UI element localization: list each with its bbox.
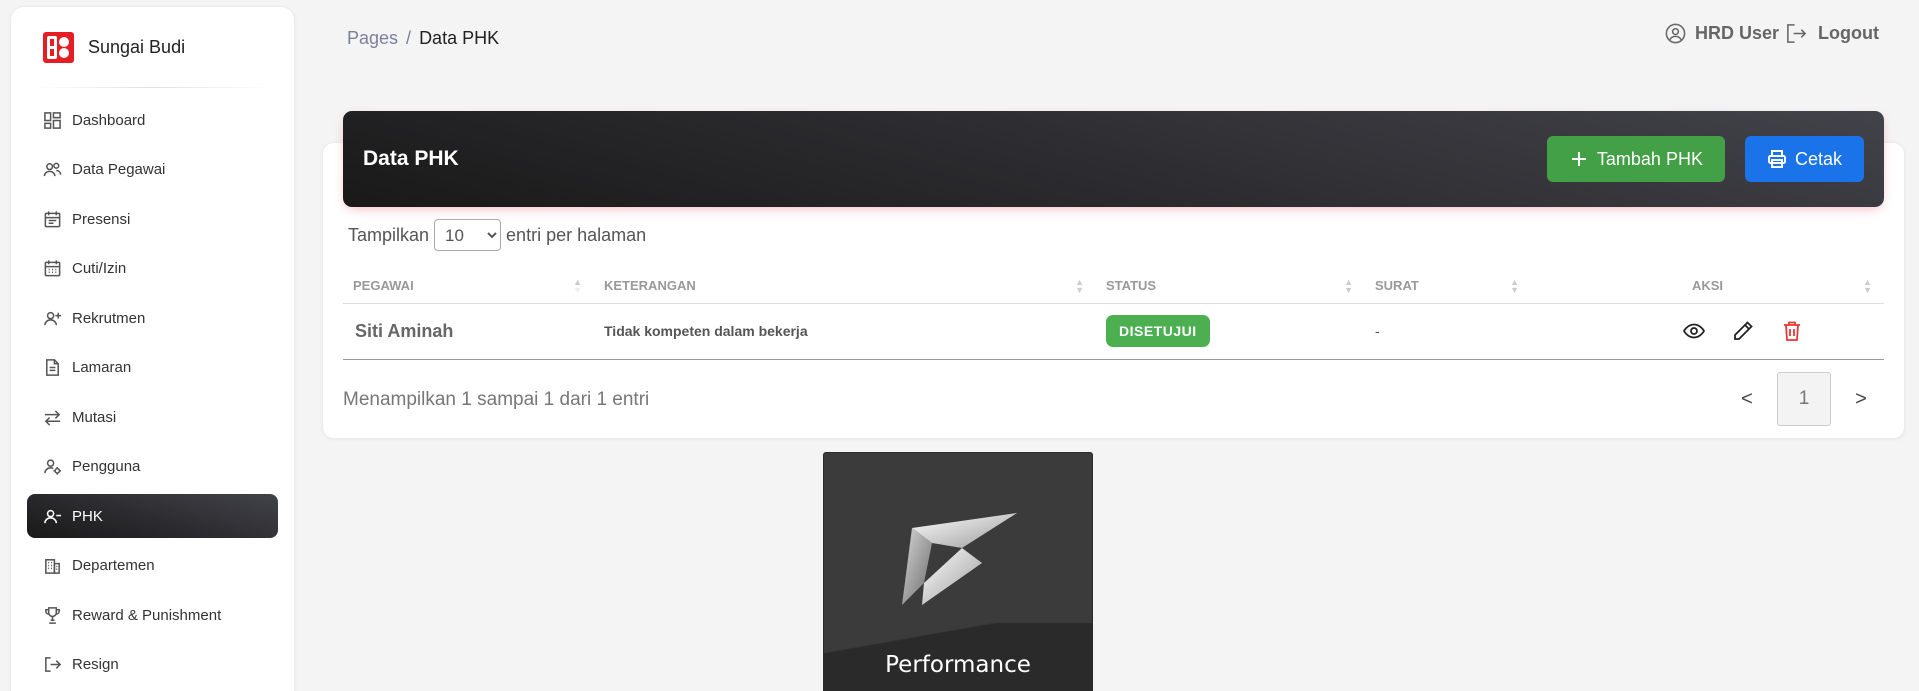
pagination-prev[interactable]: < bbox=[1722, 388, 1772, 411]
sidebar-item-pengguna[interactable]: Pengguna bbox=[27, 445, 278, 489]
building-icon bbox=[45, 559, 60, 574]
table-info: Menampilkan 1 sampai 1 dari 1 entri bbox=[343, 389, 650, 410]
view-eye-icon[interactable] bbox=[1682, 319, 1706, 343]
card-title: Data PHK bbox=[363, 147, 459, 170]
table-header-row: PEGAWAI ▲ ▼ KETERANGAN ▲ ▼ STATUS ▲ ▼ SURAT ▲ ▼ … bbox=[343, 268, 1884, 304]
length-menu: Tampilkan 10 entri per halaman bbox=[348, 219, 646, 251]
brand-logo-icon bbox=[43, 31, 74, 63]
add-phk-button[interactable]: Tambah PHK bbox=[1546, 136, 1725, 182]
row-actions bbox=[1601, 319, 1884, 343]
cell-status: DISETUJUI bbox=[1096, 303, 1365, 360]
breadcrumb-current: Data PHK bbox=[419, 28, 500, 48]
cell-aksi bbox=[1531, 303, 1884, 360]
sidebar-item-label: Dashboard bbox=[72, 111, 146, 129]
sidebar-item-resign[interactable]: Resign bbox=[27, 643, 278, 687]
pagination-next[interactable]: > bbox=[1836, 388, 1886, 411]
sidebar-item-label: Cuti/Izin bbox=[72, 260, 127, 277]
logout-button[interactable]: Logout bbox=[1785, 22, 1879, 45]
phk-table: PEGAWAI ▲ ▼ KETERANGAN ▲ ▼ STATUS ▲ ▼ SURAT ▲ ▼ … bbox=[343, 268, 1884, 360]
sort-asc-icon: ▲ ▼ bbox=[573, 277, 582, 295]
brand-name: Sungai Budi bbox=[88, 36, 186, 57]
length-prefix: Tampilkan bbox=[348, 224, 430, 245]
logout-label: Logout bbox=[1818, 23, 1879, 43]
print-label: Cetak bbox=[1794, 148, 1842, 169]
breadcrumb-separator: / bbox=[406, 28, 412, 48]
printer-icon bbox=[1767, 150, 1786, 168]
sort-icon: ▲ ▼ bbox=[1344, 277, 1353, 295]
cell-pegawai: Siti Aminah bbox=[343, 303, 594, 360]
performance-logo-icon bbox=[902, 513, 1017, 605]
header-actions: Tambah PHK Cetak bbox=[1546, 136, 1864, 182]
column-header-pegawai[interactable]: PEGAWAI ▲ ▼ bbox=[343, 268, 594, 304]
topbar-user-area: HRD User Logout bbox=[1664, 22, 1879, 45]
pagination-page-1[interactable]: 1 bbox=[1777, 372, 1831, 426]
sidebar-nav: Dashboard Data Pegawai Presensi Cuti/Izi… bbox=[11, 98, 294, 687]
brand[interactable]: Sungai Budi bbox=[11, 7, 294, 87]
card-header: Data PHK Tambah PHK Cetak bbox=[343, 111, 1884, 207]
sort-icon: ▲ ▼ bbox=[1510, 277, 1519, 295]
cell-surat: - bbox=[1365, 303, 1531, 360]
user-plus-icon bbox=[44, 311, 62, 325]
cell-keterangan: Tidak kompeten dalam bekerja bbox=[594, 303, 1096, 360]
print-button[interactable]: Cetak bbox=[1744, 136, 1864, 182]
sidebar-item-label: Mutasi bbox=[72, 408, 117, 426]
document-icon bbox=[46, 359, 59, 376]
sidebar-item-label: Lamaran bbox=[72, 359, 132, 376]
users-icon bbox=[43, 162, 62, 177]
tile-label: Performance bbox=[885, 652, 1031, 678]
status-badge: DISETUJUI bbox=[1106, 315, 1210, 347]
plus-icon bbox=[1571, 152, 1586, 166]
length-suffix: entri per halaman bbox=[506, 224, 647, 245]
delete-trash-icon[interactable] bbox=[1780, 319, 1804, 343]
sidebar-item-lamaran[interactable]: Lamaran bbox=[27, 346, 278, 390]
calendar-icon bbox=[44, 210, 61, 227]
user-menu[interactable]: HRD User bbox=[1664, 22, 1779, 45]
sidebar: Sungai Budi Dashboard Data Pegawai Prese… bbox=[10, 6, 295, 691]
sidebar-item-label: PHK bbox=[72, 507, 103, 525]
sidebar-item-label: Departemen bbox=[72, 557, 155, 574]
pagination: < 1 > bbox=[1722, 372, 1886, 426]
sidebar-item-label: Pengguna bbox=[72, 458, 141, 475]
swap-arrows-icon bbox=[44, 409, 61, 426]
logout-icon bbox=[1787, 24, 1807, 43]
logout-icon bbox=[45, 657, 62, 672]
column-header-surat[interactable]: SURAT ▲ ▼ bbox=[1365, 268, 1531, 304]
sidebar-item-presensi[interactable]: Presensi bbox=[27, 197, 278, 241]
sidebar-item-dashboard[interactable]: Dashboard bbox=[27, 98, 278, 142]
column-header-status[interactable]: STATUS ▲ ▼ bbox=[1096, 268, 1365, 304]
breadcrumb: Pages / Data PHK bbox=[347, 28, 499, 49]
sidebar-item-label: Data Pegawai bbox=[72, 161, 166, 178]
calendar-grid-icon bbox=[44, 260, 61, 277]
sidebar-item-cuti-izin[interactable]: Cuti/Izin bbox=[27, 247, 278, 291]
sidebar-divider bbox=[31, 87, 274, 88]
sidebar-item-data-pegawai[interactable]: Data Pegawai bbox=[27, 148, 278, 192]
user-name: HRD User bbox=[1694, 23, 1780, 43]
performance-tile[interactable]: Performance bbox=[823, 452, 1093, 691]
sidebar-item-departemen[interactable]: Departemen bbox=[27, 544, 278, 588]
sidebar-item-rekrutmen[interactable]: Rekrutmen bbox=[27, 296, 278, 340]
dashboard-icon bbox=[44, 111, 61, 129]
user-minus-icon bbox=[44, 509, 62, 523]
column-header-aksi[interactable]: AKSI ▲ ▼ bbox=[1531, 268, 1884, 304]
sidebar-item-phk[interactable]: PHK bbox=[27, 494, 278, 538]
breadcrumb-parent[interactable]: Pages bbox=[347, 28, 398, 48]
edit-pencil-icon[interactable] bbox=[1731, 319, 1755, 343]
sidebar-item-label: Resign bbox=[72, 656, 119, 673]
entries-per-page-select[interactable]: 10 bbox=[434, 219, 502, 251]
sidebar-item-label: Rekrutmen bbox=[72, 309, 146, 327]
user-circle-icon bbox=[1665, 23, 1686, 44]
sidebar-item-reward-punishment[interactable]: Reward & Punishment bbox=[27, 593, 278, 637]
user-gear-icon bbox=[44, 459, 62, 475]
sidebar-item-label: Reward & Punishment bbox=[72, 606, 222, 624]
trophy-icon bbox=[45, 606, 60, 624]
sort-icon: ▲ ▼ bbox=[1075, 277, 1084, 295]
column-header-keterangan[interactable]: KETERANGAN ▲ ▼ bbox=[594, 268, 1096, 304]
add-phk-label: Tambah PHK bbox=[1596, 148, 1703, 169]
table-row: Siti Aminah Tidak kompeten dalam bekerja… bbox=[343, 303, 1884, 360]
sort-icon: ▲ ▼ bbox=[1863, 277, 1872, 295]
sidebar-item-mutasi[interactable]: Mutasi bbox=[27, 395, 278, 439]
sidebar-item-label: Presensi bbox=[72, 210, 131, 228]
